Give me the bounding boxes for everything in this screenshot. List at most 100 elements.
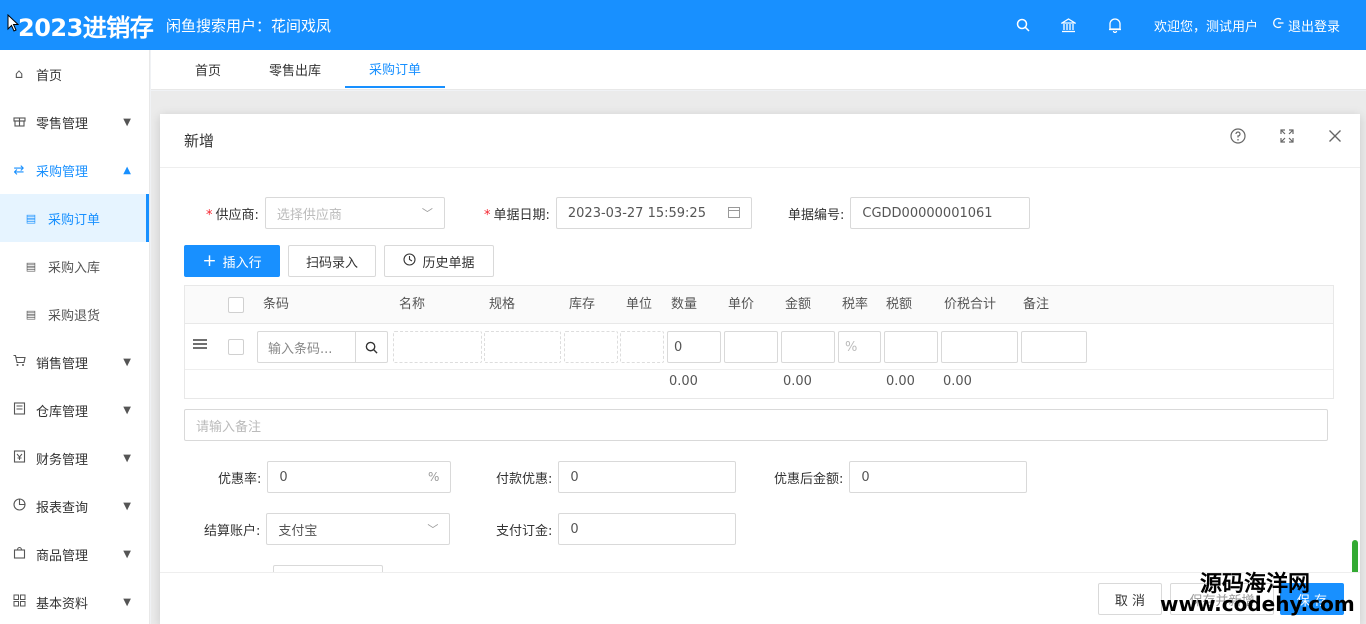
sidebar-item-home[interactable]: ⌂ 首页 bbox=[0, 50, 149, 98]
chevron-up-icon: ▲ bbox=[123, 164, 131, 176]
sidebar-item-label: 零售管理 bbox=[36, 116, 89, 132]
logout-button[interactable]: 退出登录 bbox=[1272, 16, 1340, 35]
deposit-row: 支付订金: 0 bbox=[496, 513, 737, 545]
deposit-label: 支付订金: bbox=[496, 523, 553, 539]
select-all-checkbox[interactable] bbox=[228, 297, 244, 313]
price-input[interactable] bbox=[724, 331, 778, 363]
gift-icon bbox=[12, 114, 26, 131]
sidebar-item-finance[interactable]: 财务管理 ▼ bbox=[0, 434, 149, 482]
tax-rate-input[interactable]: % bbox=[838, 331, 881, 363]
th-tax-amount: 税额 bbox=[886, 297, 913, 312]
sidebar-item-sales[interactable]: 销售管理 ▼ bbox=[0, 338, 149, 386]
doc-icon: ▤ bbox=[25, 307, 37, 321]
sidebar-item-label: 首页 bbox=[36, 68, 63, 84]
tab-home[interactable]: 首页 bbox=[171, 50, 245, 88]
after-discount-input[interactable]: 0 bbox=[849, 461, 1028, 493]
sidebar-item-purchase-return[interactable]: ▤ 采购退货 bbox=[0, 290, 149, 338]
remark-textarea[interactable]: 请输入备注 bbox=[184, 409, 1328, 441]
date-label: * 单据日期: bbox=[484, 207, 550, 223]
tax-amount-input[interactable] bbox=[884, 331, 938, 363]
swap-icon: ⇄ bbox=[13, 162, 25, 178]
total-tax: 0.00 bbox=[886, 374, 915, 389]
amount-input[interactable] bbox=[781, 331, 835, 363]
welcome-text[interactable]: 欢迎您，测试用户 bbox=[1154, 16, 1258, 35]
sidebar-item-warehouse[interactable]: 仓库管理 ▼ bbox=[0, 386, 149, 434]
modal-scrollbar[interactable] bbox=[1352, 170, 1358, 590]
th-total: 价税合计 bbox=[944, 297, 997, 312]
fullscreen-icon[interactable] bbox=[1280, 128, 1294, 148]
add-modal: 新增 * 供应商: 选择供应商 ﹀ * 单据日期: 2023-03-27 15:59… bbox=[160, 114, 1360, 624]
sidebar-item-purchase[interactable]: ⇄ 采购管理 ▲ bbox=[0, 146, 149, 194]
bank-icon[interactable] bbox=[1046, 0, 1092, 50]
sidebar-item-basics[interactable]: 基本资料 ▼ bbox=[0, 578, 149, 624]
tab-bar: 首页 零售出库 采购订单 bbox=[151, 50, 1366, 90]
drag-handle-icon[interactable] bbox=[193, 338, 207, 354]
sidebar-item-label: 采购订单 bbox=[48, 212, 101, 228]
discount-rate-input[interactable]: 0 % bbox=[267, 461, 452, 493]
sidebar-item-label: 销售管理 bbox=[36, 356, 89, 372]
th-barcode: 条码 bbox=[263, 297, 290, 312]
close-icon[interactable] bbox=[1328, 128, 1342, 148]
row-checkbox[interactable] bbox=[228, 339, 244, 355]
total-with-tax: 0.00 bbox=[943, 374, 972, 389]
quantity-input[interactable]: 0 bbox=[667, 331, 721, 363]
cancel-button[interactable]: 取 消 bbox=[1098, 583, 1162, 615]
sidebar-item-label: 采购入库 bbox=[48, 260, 101, 276]
after-discount-label: 优惠后金额: bbox=[774, 471, 844, 487]
sidebar-item-label: 基本资料 bbox=[36, 596, 89, 612]
table-header: 条码 名称 规格 库存 单位 数量 单价 金额 税率 税额 价税合计 备注 bbox=[185, 286, 1333, 324]
logout-icon bbox=[1272, 17, 1284, 33]
th-spec: 规格 bbox=[489, 297, 516, 312]
billno-label: 单据编号: bbox=[788, 207, 845, 223]
history-bills-button[interactable]: 历史单据 bbox=[384, 245, 494, 277]
tab-purchase-order[interactable]: 采购订单 bbox=[345, 50, 446, 88]
discount-rate-row: 优惠率: 0 % bbox=[218, 461, 452, 493]
account-select[interactable]: 支付宝 ﹀ bbox=[266, 513, 451, 545]
bell-icon[interactable] bbox=[1092, 0, 1138, 50]
th-tax-rate: 税率 bbox=[842, 297, 869, 312]
pay-discount-label: 付款优惠: bbox=[496, 471, 553, 487]
spec-cell bbox=[484, 331, 561, 363]
sidebar-item-retail[interactable]: 零售管理 ▼ bbox=[0, 98, 149, 146]
deposit-input[interactable]: 0 bbox=[558, 513, 737, 545]
remark-cell-input[interactable] bbox=[1021, 331, 1087, 363]
account-label: 结算账户: bbox=[204, 523, 261, 539]
header-search-user: 闲鱼搜索用户：花间戏凤 bbox=[166, 16, 332, 35]
chevron-down-icon: ▼ bbox=[123, 356, 131, 368]
date-input[interactable]: 2023-03-27 15:59:25 bbox=[555, 197, 752, 229]
divider bbox=[185, 369, 1333, 370]
supplier-label: * 供应商: bbox=[206, 207, 259, 223]
modal-tools bbox=[1230, 128, 1342, 148]
history-icon bbox=[403, 252, 417, 270]
doc-icon: ▤ bbox=[25, 211, 37, 225]
pay-discount-input[interactable]: 0 bbox=[558, 461, 737, 493]
modal-title: 新增 bbox=[160, 114, 1360, 168]
th-quantity: 数量 bbox=[671, 297, 698, 312]
total-input[interactable] bbox=[941, 331, 1018, 363]
sidebar-item-purchase-in[interactable]: ▤ 采购入库 bbox=[0, 242, 149, 290]
sidebar-item-goods[interactable]: 商品管理 ▼ bbox=[0, 530, 149, 578]
sidebar-item-reports[interactable]: 报表查询 ▼ bbox=[0, 482, 149, 530]
sidebar-item-label: 仓库管理 bbox=[36, 404, 89, 420]
header-right: 欢迎您，测试用户 退出登录 bbox=[1000, 0, 1366, 50]
chevron-down-icon: ▼ bbox=[123, 596, 131, 608]
insert-row-button[interactable]: + 插入行 bbox=[184, 245, 280, 277]
total-amount: 0.00 bbox=[783, 374, 812, 389]
th-stock: 库存 bbox=[569, 297, 596, 312]
sidebar-item-label: 采购管理 bbox=[36, 164, 89, 180]
tab-retail-out[interactable]: 零售出库 bbox=[245, 50, 345, 88]
supplier-select[interactable]: 选择供应商 ﹀ bbox=[264, 197, 445, 229]
th-remark: 备注 bbox=[1023, 297, 1050, 312]
doc-icon: ▤ bbox=[25, 259, 37, 273]
scan-entry-button[interactable]: 扫码录入 bbox=[288, 245, 376, 277]
search-icon[interactable] bbox=[1000, 0, 1046, 50]
barcode-input[interactable]: 输入条码... bbox=[257, 331, 388, 363]
app-logo[interactable]: 2023进销存 bbox=[0, 8, 160, 43]
billno-input[interactable]: CGDD00000001061 bbox=[850, 197, 1031, 229]
discount-rate-label: 优惠率: bbox=[218, 471, 262, 487]
search-icon[interactable] bbox=[355, 332, 387, 362]
date-row: * 单据日期: 2023-03-27 15:59:25 bbox=[484, 197, 752, 229]
help-icon[interactable] bbox=[1230, 128, 1246, 148]
chevron-down-icon: ▼ bbox=[123, 404, 131, 416]
sidebar-item-purchase-order[interactable]: ▤ 采购订单 bbox=[0, 194, 149, 242]
